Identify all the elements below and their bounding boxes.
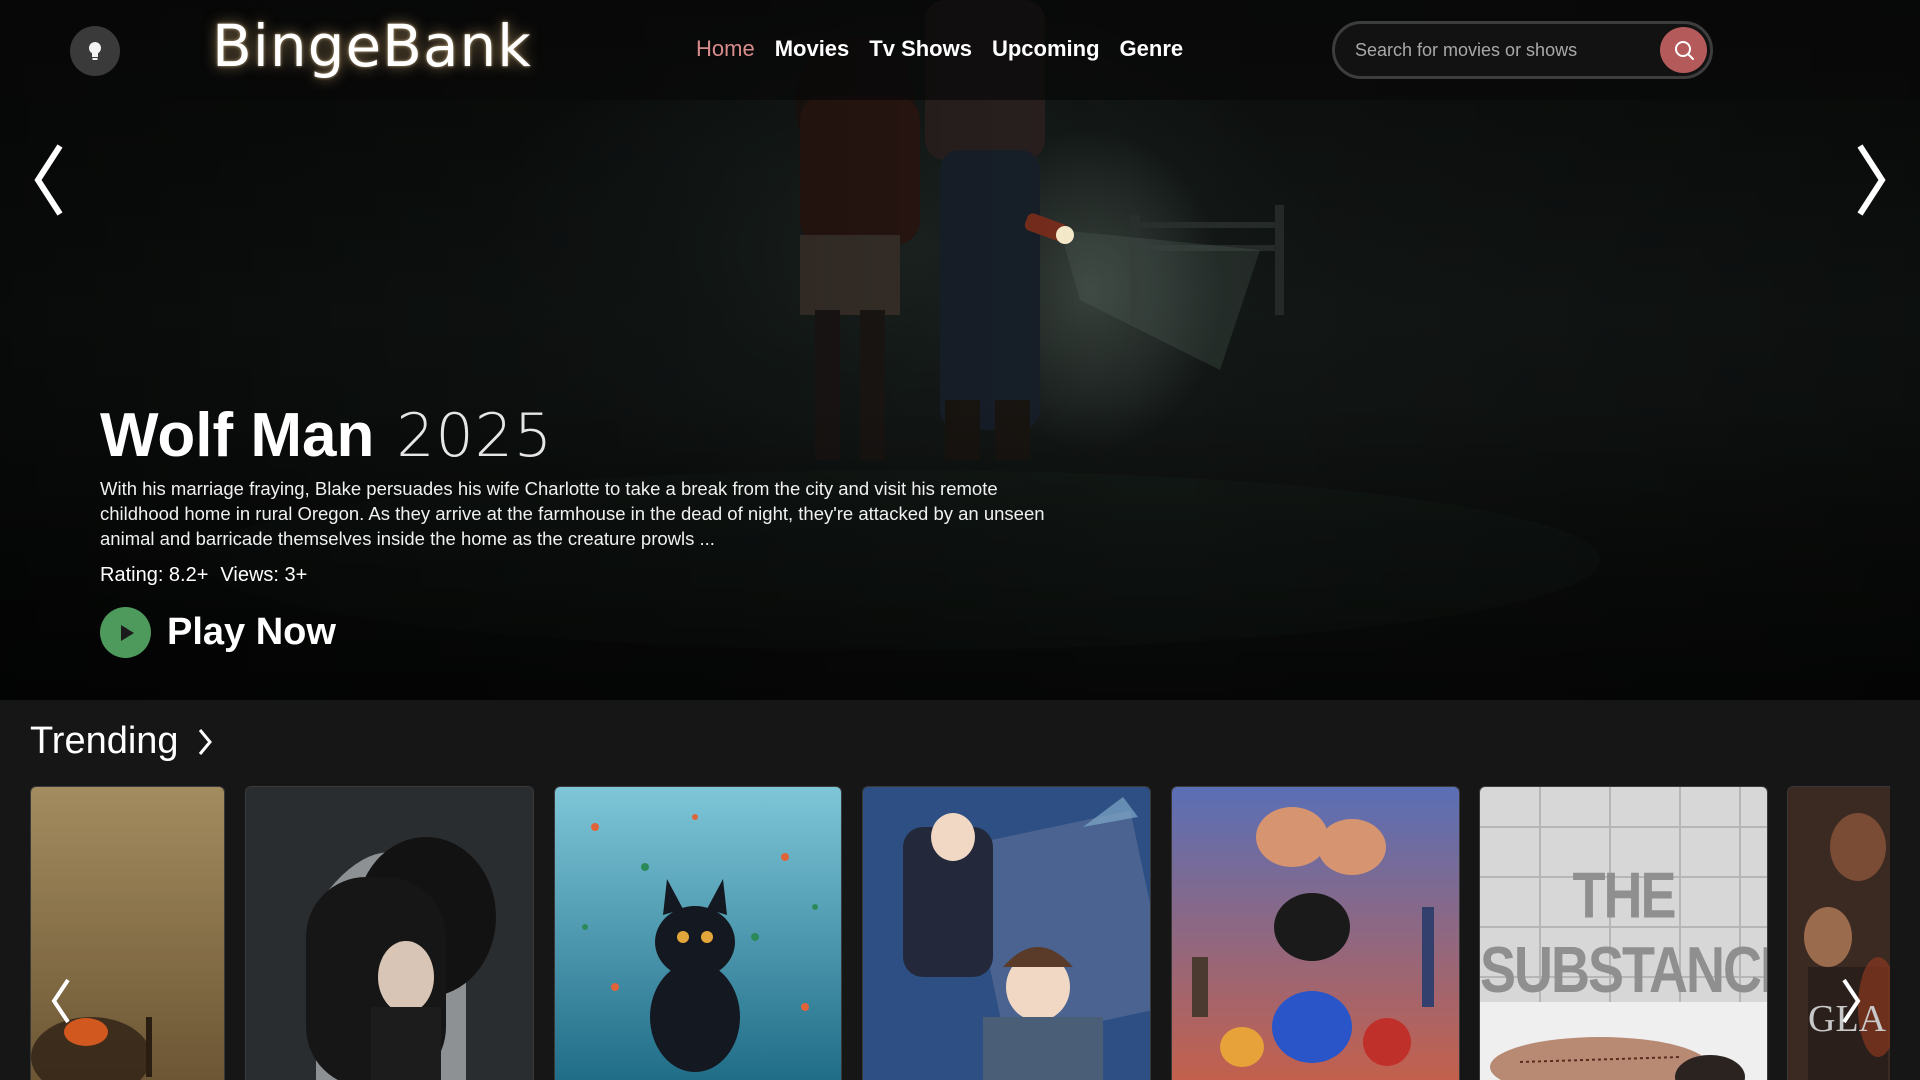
lightbulb-icon <box>89 42 101 60</box>
nav-link-upcoming[interactable]: Upcoming <box>992 36 1100 62</box>
movie-card[interactable] <box>245 786 534 1080</box>
nav-link-genre[interactable]: Genre <box>1120 36 1184 62</box>
theme-toggle-button[interactable] <box>70 26 120 76</box>
hero-meta: Rating: 8.2+ Views: 3+ <box>100 564 307 587</box>
chevron-right-icon <box>1857 144 1886 216</box>
trending-prev-button[interactable] <box>48 976 72 1029</box>
hero-title: Wolf Man <box>100 401 375 470</box>
hero-backdrop <box>0 0 1920 700</box>
nav-link-tv-shows[interactable]: Tv Shows <box>869 36 972 62</box>
chevron-left-icon <box>51 978 70 1024</box>
poster-4 <box>863 787 1150 1080</box>
trending-row: THE SUBSTANCE GLA <box>30 786 1890 1080</box>
hero-views: Views: 3+ <box>220 564 308 586</box>
poster-5 <box>1172 787 1459 1080</box>
chevron-right-icon <box>198 728 212 755</box>
trending-header[interactable]: Trending <box>30 720 213 763</box>
nav-link-home[interactable]: Home <box>696 36 755 62</box>
chevron-right-icon <box>1842 978 1861 1024</box>
play-now-button[interactable]: Play Now <box>100 607 336 658</box>
movie-card[interactable] <box>1171 786 1460 1080</box>
search-button[interactable] <box>1660 27 1707 73</box>
movie-card[interactable] <box>862 786 1151 1080</box>
trending-title: Trending <box>30 720 179 762</box>
top-navbar: BingeBank Home Movies Tv Shows Upcoming … <box>0 0 1920 100</box>
search-input[interactable] <box>1355 36 1645 64</box>
hero-year: 2025 <box>396 401 554 471</box>
movie-card[interactable] <box>30 786 225 1080</box>
play-icon <box>100 607 151 658</box>
search-icon <box>1674 41 1694 60</box>
nav-link-movies[interactable]: Movies <box>775 36 850 62</box>
hero-prev-button[interactable] <box>28 140 68 223</box>
poster-2 <box>246 787 533 1080</box>
hero-next-button[interactable] <box>1852 140 1892 223</box>
play-now-label: Play Now <box>167 611 336 653</box>
hero-rating: Rating: 8.2+ <box>100 564 209 586</box>
movie-card[interactable]: GLA <box>1787 786 1890 1080</box>
hero-title-row: Wolf Man 2025 <box>100 400 553 471</box>
movie-card[interactable]: THE SUBSTANCE <box>1479 786 1768 1080</box>
page: BingeBank Home Movies Tv Shows Upcoming … <box>0 0 1920 1080</box>
site-logo[interactable]: BingeBank <box>212 12 532 80</box>
poster-title-text: THE SUBSTANCE <box>1480 859 1768 1007</box>
chevron-left-icon <box>34 144 63 216</box>
search-bar <box>1332 21 1713 79</box>
trending-next-button[interactable] <box>1840 976 1864 1029</box>
hero-description: With his marriage fraying, Blake persuad… <box>100 478 1045 549</box>
movie-card[interactable] <box>554 786 842 1080</box>
poster-1 <box>31 787 224 1080</box>
main-nav: Home Movies Tv Shows Upcoming Genre <box>696 36 1183 62</box>
poster-3 <box>555 787 841 1080</box>
